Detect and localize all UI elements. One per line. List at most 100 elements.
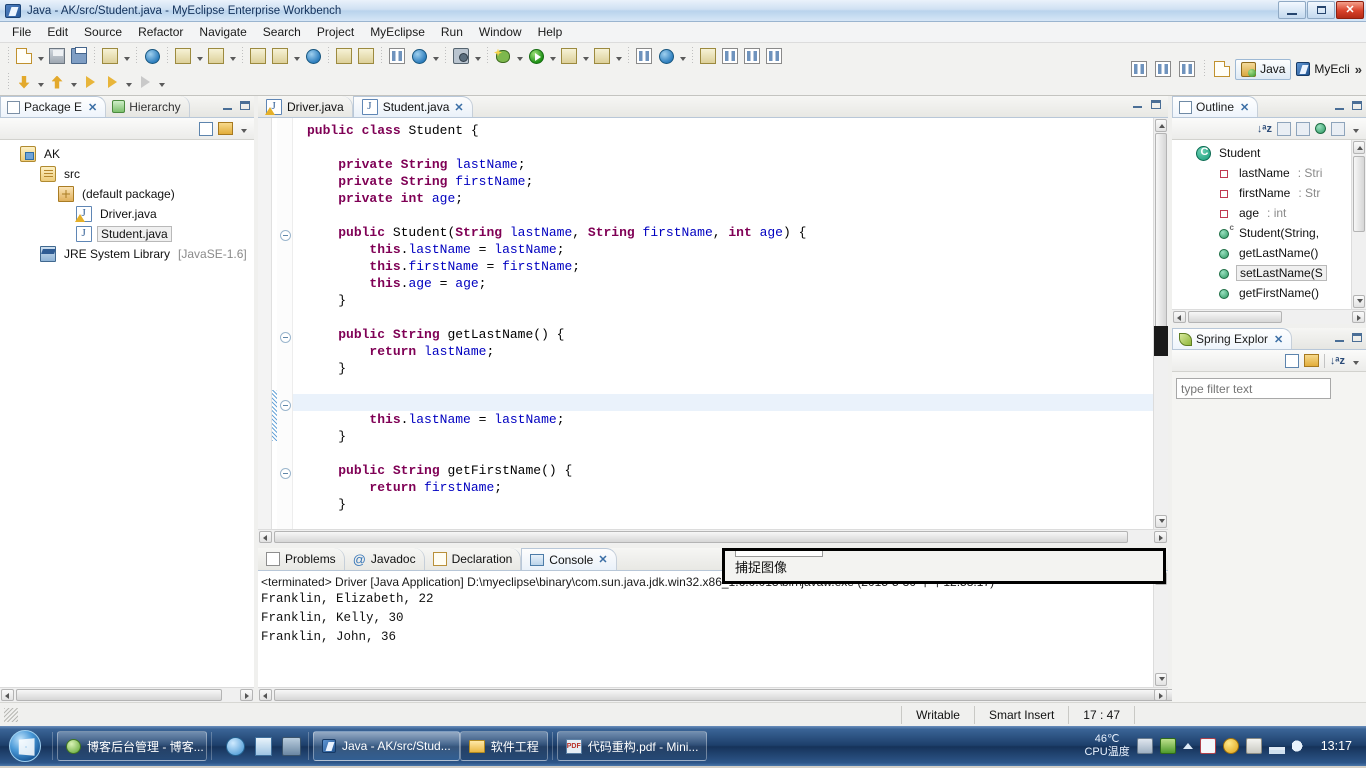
snapshot-button[interactable] [450,45,472,67]
show-hidden-icons-icon[interactable] [1183,743,1193,749]
source-code[interactable]: public class Student { private String la… [293,118,1153,513]
new-class-button[interactable] [633,45,655,67]
hide-nonpublic-icon[interactable] [1315,123,1326,134]
forward-history-button[interactable] [134,71,156,93]
profile-dropdown[interactable] [613,45,624,67]
outline-item-student[interactable]: Student [1172,143,1366,163]
forward-history-dropdown[interactable] [156,71,167,93]
scroll-thumb[interactable] [1353,156,1365,232]
package-explorer-hscrollbar[interactable] [0,687,254,702]
scroll-down-arrow[interactable] [1155,673,1167,686]
fold-toggle-icon[interactable] [280,468,291,479]
menu-item-file[interactable]: File [4,23,39,41]
perspective-overflow[interactable]: » [1355,62,1362,77]
tab-spring-explorer[interactable]: Spring Explor ✕ [1172,328,1292,349]
outline-item-constructor[interactable]: c Student(String, [1172,223,1366,243]
scroll-thumb[interactable] [1188,311,1282,323]
outline-item-age[interactable]: age : int [1172,203,1366,223]
close-icon[interactable]: ✕ [1274,333,1283,346]
open-type-button[interactable] [333,45,355,67]
tree-item-ak[interactable]: AK [0,144,254,164]
keyboard-ime-icon[interactable] [1137,738,1153,754]
tab-declaration[interactable]: Declaration [425,548,522,570]
scroll-left-arrow[interactable] [1173,311,1186,323]
tree-item-jre-system-library[interactable]: JRE System Library [JavaSE-1.6] [0,244,254,264]
tab-problems[interactable]: Problems [258,548,345,570]
close-icon[interactable]: ✕ [1240,101,1249,114]
menu-item-navigate[interactable]: Navigate [191,23,254,41]
view-menu-icon[interactable] [1350,122,1361,136]
browser-button[interactable] [302,45,324,67]
hide-static-icon[interactable] [1296,122,1310,136]
console-vscrollbar[interactable] [1153,571,1168,687]
sort-az-icon[interactable]: ↓ᵃz [1330,355,1345,367]
code-area[interactable]: public class Student { private String la… [293,118,1153,529]
step-return-button[interactable] [46,71,68,93]
block-selection-button[interactable] [1176,58,1198,80]
console-output[interactable]: <terminated> Driver [Java Application] D… [258,571,1168,687]
tree-item-driver-java[interactable]: Driver.java [0,204,254,224]
save-button[interactable] [46,45,68,67]
scroll-thumb[interactable] [1155,133,1167,343]
outline-item-firstname[interactable]: firstName : Str [1172,183,1366,203]
package-explorer-tree[interactable]: AK src (default package) Driver.java Stu… [0,140,254,702]
report-button[interactable] [386,45,408,67]
step-return-dropdown[interactable] [68,71,79,93]
menu-item-search[interactable]: Search [255,23,309,41]
menu-item-window[interactable]: Window [471,23,530,41]
tree-item-default-package[interactable]: (default package) [0,184,254,204]
outline-vscrollbar[interactable] [1351,140,1366,309]
run-button[interactable] [525,45,547,67]
fold-toggle-icon[interactable] [280,400,291,411]
editor-tab-driver-java[interactable]: Driver.java [258,96,353,117]
minimize-button[interactable] [1133,100,1146,113]
menu-item-myeclipse[interactable]: MyEclipse [362,23,433,41]
tab-console[interactable]: Console ✕ [521,548,616,570]
menu-item-source[interactable]: Source [76,23,130,41]
close-icon[interactable]: ✕ [454,101,463,114]
scroll-thumb[interactable] [274,689,1204,701]
new-package-button[interactable] [655,45,677,67]
open-perspective-button[interactable] [1211,58,1233,80]
close-icon[interactable]: ✕ [598,553,607,566]
security-shield-icon[interactable] [1223,738,1239,754]
maximize-button[interactable] [1350,331,1363,344]
debug-button[interactable] [492,45,514,67]
toggle-markers-button[interactable] [697,45,719,67]
tab-javadoc[interactable]: @ Javadoc [345,548,425,570]
next-annotation-button[interactable] [719,45,741,67]
link-with-editor-icon[interactable] [1304,354,1319,367]
scroll-right-arrow[interactable] [1154,531,1167,543]
last-edit-location-button[interactable] [763,45,785,67]
back-history-button[interactable] [79,71,101,93]
scroll-left-arrow[interactable] [1,689,14,701]
external-tools-dropdown[interactable] [430,45,441,67]
view-menu-icon[interactable] [1350,354,1361,368]
search-button[interactable] [355,45,377,67]
minimize-button[interactable] [1333,331,1346,344]
menu-item-help[interactable]: Help [530,23,571,41]
scroll-right-arrow[interactable] [1154,689,1167,701]
maximize-button[interactable] [238,99,251,112]
previous-annotation-button[interactable] [741,45,763,67]
run-as-dropdown[interactable] [580,45,591,67]
close-button[interactable]: ✕ [1336,1,1364,19]
back-history-dropdown[interactable] [123,71,134,93]
server-dropdown[interactable] [227,45,238,67]
run-dropdown[interactable] [547,45,558,67]
step-into-button[interactable] [13,71,35,93]
annotation-ruler[interactable] [258,118,272,529]
minimize-button[interactable] [1278,1,1306,19]
editor-vscrollbar[interactable] [1153,118,1168,529]
collapse-all-icon[interactable] [1285,354,1299,368]
tree-item-student-java[interactable]: Student.java [0,224,254,244]
folding-column[interactable] [277,118,293,529]
snapshot-dropdown[interactable] [472,45,483,67]
minimize-button[interactable] [221,99,234,112]
scroll-thumb[interactable] [274,531,1128,543]
clipboard-icon[interactable] [1246,738,1262,754]
screen-capture-overlay[interactable]: 捕捉图像 [722,548,1166,584]
usb-drive-icon[interactable] [1160,738,1176,754]
new-web-project-dropdown[interactable] [121,45,132,67]
outline-tree[interactable]: Student lastName : Stri firstName : Str [1172,140,1366,324]
